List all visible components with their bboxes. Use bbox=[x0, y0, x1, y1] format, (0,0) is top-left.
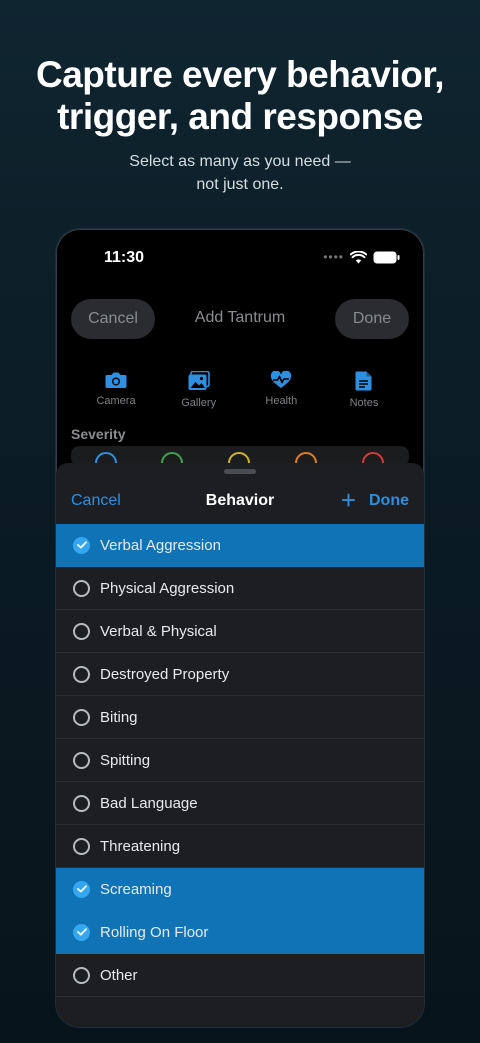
media-label: Health bbox=[265, 395, 298, 407]
behavior-row[interactable]: Verbal Aggression bbox=[56, 524, 424, 567]
behavior-row[interactable]: Screaming bbox=[56, 868, 424, 911]
signal-dots-icon: •••• bbox=[323, 250, 344, 264]
empty-circle-icon bbox=[73, 837, 90, 855]
behavior-row[interactable]: Destroyed Property bbox=[56, 653, 424, 696]
behavior-sheet: Cancel Behavior + Done Verbal Aggression… bbox=[56, 463, 424, 1027]
empty-circle-icon bbox=[73, 665, 90, 683]
empty-circle-icon bbox=[73, 708, 90, 726]
add-tantrum-nav: Cancel Add Tantrum Done bbox=[56, 299, 424, 343]
checkmark-circle-icon bbox=[73, 880, 90, 898]
media-item-health[interactable]: Health bbox=[241, 371, 321, 409]
behavior-label: Other bbox=[100, 966, 138, 984]
done-button[interactable]: Done bbox=[335, 299, 409, 339]
hero-title: Capture every behavior, trigger, and res… bbox=[0, 54, 480, 138]
behavior-row[interactable]: Physical Aggression bbox=[56, 567, 424, 610]
status-bar: 11:30 •••• bbox=[56, 229, 424, 285]
behavior-label: Verbal & Physical bbox=[100, 622, 217, 640]
empty-circle-icon bbox=[73, 794, 90, 812]
media-item-gallery[interactable]: Gallery bbox=[159, 371, 239, 409]
empty-circle-icon bbox=[73, 966, 90, 984]
hero-subtitle-line-1: Select as many as you need — bbox=[129, 153, 351, 170]
behavior-label: Bad Language bbox=[100, 794, 198, 812]
behavior-label: Destroyed Property bbox=[100, 665, 230, 683]
behavior-label: Verbal Aggression bbox=[100, 536, 221, 554]
status-time: 11:30 bbox=[104, 249, 145, 266]
sheet-done-button[interactable]: Done bbox=[369, 492, 409, 510]
gallery-icon bbox=[188, 371, 210, 390]
add-behavior-button[interactable]: + bbox=[341, 487, 356, 513]
phone-frame: 11:30 •••• Cancel Add Tantrum Done Camer… bbox=[56, 229, 424, 1027]
behavior-row[interactable]: Spitting bbox=[56, 739, 424, 782]
media-label: Notes bbox=[349, 397, 379, 409]
health-icon bbox=[271, 371, 292, 388]
behavior-row[interactable]: Bad Language bbox=[56, 782, 424, 825]
hero-title-line-1: Capture every behavior, bbox=[35, 54, 445, 95]
behavior-row[interactable]: Threatening bbox=[56, 825, 424, 868]
behavior-row[interactable]: Verbal & Physical bbox=[56, 610, 424, 653]
behavior-label: Threatening bbox=[100, 837, 181, 855]
media-item-camera[interactable]: Camera bbox=[76, 371, 156, 409]
media-row: Camera Gallery Health Notes bbox=[76, 371, 404, 409]
empty-circle-icon bbox=[73, 751, 90, 769]
camera-icon bbox=[105, 372, 127, 388]
checkmark-circle-icon bbox=[73, 923, 90, 941]
media-label: Gallery bbox=[181, 397, 217, 409]
behavior-label: Biting bbox=[100, 708, 138, 726]
notes-icon bbox=[355, 371, 372, 391]
behavior-label: Rolling On Floor bbox=[100, 923, 209, 941]
empty-circle-icon bbox=[73, 622, 90, 640]
behavior-list: Verbal Aggression Physical Aggression Verb… bbox=[56, 524, 424, 997]
hero-title-line-2: trigger, and response bbox=[57, 96, 423, 137]
wifi-icon bbox=[350, 250, 367, 263]
hero-subtitle: Select as many as you need — not just on… bbox=[0, 150, 480, 196]
behavior-label: Physical Aggression bbox=[100, 579, 235, 597]
status-icons: •••• bbox=[323, 250, 400, 264]
hero-subtitle-line-2: not just one. bbox=[196, 176, 284, 193]
behavior-row[interactable]: Other bbox=[56, 954, 424, 997]
behavior-label: Screaming bbox=[100, 880, 172, 898]
behavior-label: Spitting bbox=[100, 751, 151, 769]
severity-label: Severity bbox=[71, 426, 126, 442]
media-label: Camera bbox=[96, 395, 136, 407]
sheet-grabber[interactable] bbox=[224, 469, 256, 474]
media-item-notes[interactable]: Notes bbox=[324, 371, 404, 409]
battery-icon bbox=[373, 251, 400, 263]
checkmark-circle-icon bbox=[73, 536, 90, 554]
behavior-row[interactable]: Biting bbox=[56, 696, 424, 739]
empty-circle-icon bbox=[73, 579, 90, 597]
behavior-row[interactable]: Rolling On Floor bbox=[56, 911, 424, 954]
